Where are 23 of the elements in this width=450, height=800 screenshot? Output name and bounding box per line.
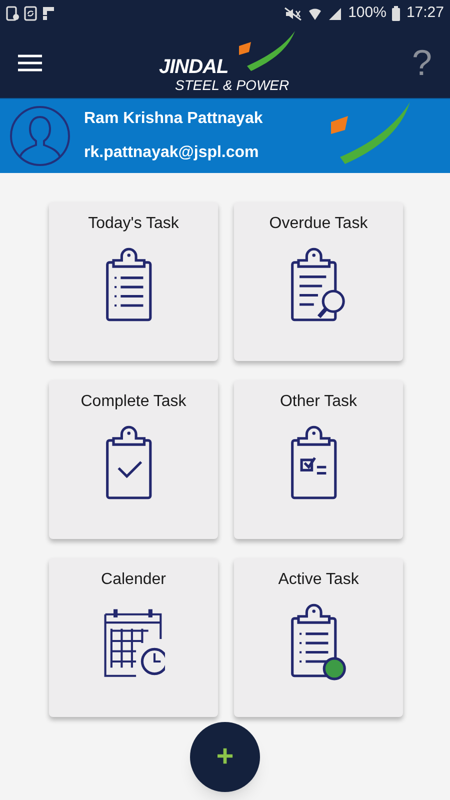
battery-percent: 100% (348, 3, 386, 24)
task-tile[interactable]: Active Task (234, 558, 403, 717)
wifi-icon (308, 6, 322, 20)
clock: 17:27 (406, 3, 444, 24)
signal-icon (328, 6, 342, 20)
logo-subtitle: STEEL & POWER (175, 78, 290, 92)
user-name: Ram Krishna Pattnayak (84, 109, 263, 129)
task-tile[interactable]: Complete Task (49, 380, 218, 539)
logo-mark-icon (328, 102, 412, 164)
add-button[interactable]: + (190, 722, 260, 792)
menu-icon[interactable] (18, 54, 42, 72)
task-tile[interactable]: Today's Task (49, 202, 218, 361)
battery-icon (392, 6, 400, 21)
help-button[interactable]: ? (412, 44, 432, 80)
logo-mark-icon (237, 31, 297, 71)
sync-icon (24, 6, 37, 21)
logo-title: JINDAL (159, 57, 228, 77)
task-tile[interactable]: Other Task (234, 380, 403, 539)
user-email: rk.pattnayak@jspl.com (84, 143, 260, 163)
avatar-icon (9, 105, 71, 167)
task-tile[interactable]: Calender (49, 558, 218, 717)
task-tile[interactable]: Overdue Task (234, 202, 403, 361)
mute-icon (284, 6, 302, 20)
